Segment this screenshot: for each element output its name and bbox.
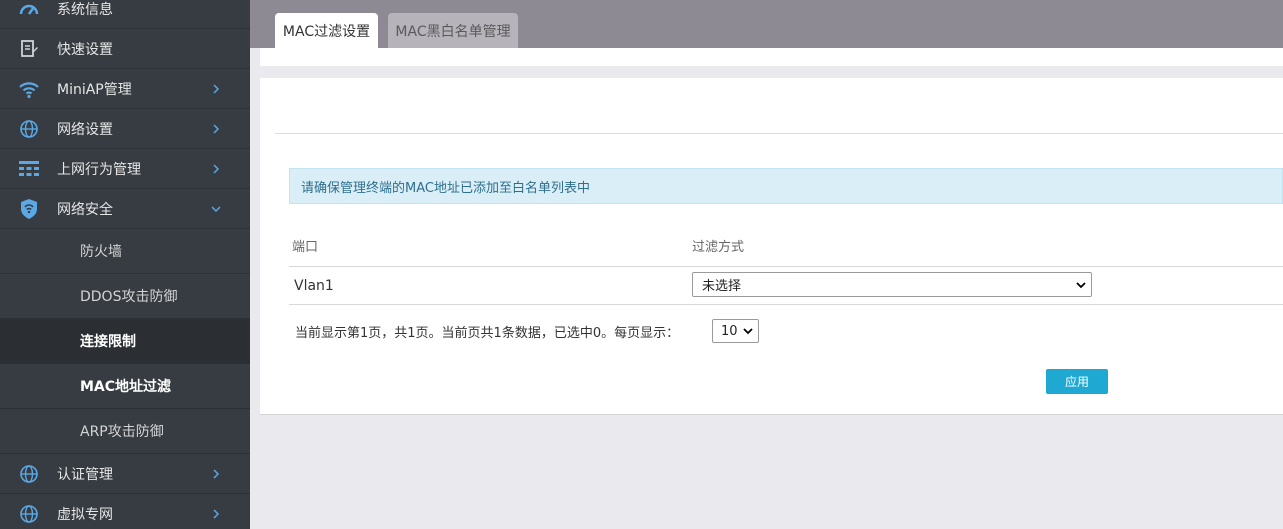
sidebar-item-label: 快速设置 — [57, 41, 113, 58]
tab-mac-filter-settings[interactable]: MAC过滤设置 — [275, 13, 378, 48]
globe-icon — [18, 503, 40, 525]
submenu-item-label: 连接限制 — [80, 334, 136, 350]
chevron-right-icon — [213, 163, 220, 174]
chevron-right-icon — [213, 123, 220, 134]
divider — [275, 133, 1283, 134]
submenu-item-arp[interactable]: ARP攻击防御 — [0, 409, 250, 454]
sidebar-item-network-security[interactable]: 网络安全 — [0, 189, 250, 229]
filter-mode-select-value: 未选择 — [702, 279, 742, 294]
globe-icon — [18, 463, 40, 485]
wifi-icon — [18, 78, 40, 100]
sidebar-item-system-info[interactable]: 系统信息 — [0, 0, 250, 29]
table-cell-port: Vlan1 — [294, 278, 334, 294]
sidebar-item-label: 网络安全 — [57, 201, 113, 218]
submenu-item-label: 防火墙 — [80, 244, 122, 260]
sidebar-item-label: 虚拟专网 — [57, 506, 113, 523]
chevron-down-icon — [743, 328, 753, 335]
submenu-item-mac-filter[interactable]: MAC地址过滤 — [0, 364, 250, 409]
sidebar-item-vpn[interactable]: 虚拟专网 — [0, 494, 250, 529]
table-row-divider — [289, 304, 1283, 305]
sidebar-item-label: 上网行为管理 — [57, 161, 141, 178]
tab-bar: MAC过滤设置 MAC黑白名单管理 — [250, 0, 1283, 48]
sidebar-item-label: 网络设置 — [57, 121, 113, 138]
page-size-value: 10 — [721, 323, 738, 339]
sidebar-item-label: MiniAP管理 — [57, 81, 132, 98]
sidebar: 系统信息 快速设置 MiniAP管理 网络设置 上网行为管理 网络安全 防火墙 … — [0, 0, 250, 529]
chevron-right-icon — [213, 508, 220, 519]
table-header-divider — [289, 266, 1283, 267]
submenu-item-ddos[interactable]: DDOS攻击防御 — [0, 274, 250, 319]
edit-document-icon — [18, 38, 40, 60]
submenu-item-firewall[interactable]: 防火墙 — [0, 229, 250, 274]
content-panel: 请确保管理终端的MAC地址已添加至白名单列表中 端口 过滤方式 Vlan1 未选… — [260, 78, 1283, 414]
column-header-filter-mode: 过滤方式 — [692, 240, 745, 255]
chevron-right-icon — [213, 468, 220, 479]
sidebar-item-label: 系统信息 — [57, 1, 113, 18]
shield-icon — [18, 198, 40, 220]
dashboard-icon — [18, 0, 40, 20]
column-header-port: 端口 — [292, 240, 319, 255]
submenu-item-label: MAC地址过滤 — [80, 379, 172, 395]
sidebar-item-auth-management[interactable]: 认证管理 — [0, 454, 250, 494]
filter-mode-select[interactable]: 未选择 — [692, 272, 1092, 297]
tab-mac-blackwhite-list[interactable]: MAC黑白名单管理 — [388, 13, 518, 48]
submenu-item-label: DDOS攻击防御 — [80, 289, 178, 305]
grid-icon — [18, 158, 40, 180]
sidebar-item-label: 认证管理 — [57, 466, 113, 483]
sidebar-item-network-settings[interactable]: 网络设置 — [0, 109, 250, 149]
chevron-down-icon — [1076, 282, 1086, 289]
chevron-down-icon — [211, 205, 221, 212]
submenu-item-connection-limit[interactable]: 连接限制 — [0, 319, 250, 364]
tab-content-strip — [260, 48, 1283, 66]
sidebar-item-behavior-management[interactable]: 上网行为管理 — [0, 149, 250, 189]
chevron-right-icon — [213, 83, 220, 94]
pagination-info: 当前显示第1页，共1页。当前页共1条数据，已选中0。每页显示： — [295, 326, 680, 341]
sidebar-item-miniap[interactable]: MiniAP管理 — [0, 69, 250, 109]
submenu-item-label: ARP攻击防御 — [80, 424, 164, 440]
info-alert: 请确保管理终端的MAC地址已添加至白名单列表中 — [289, 168, 1283, 204]
sidebar-item-quick-setup[interactable]: 快速设置 — [0, 29, 250, 69]
page-size-select[interactable]: 10 — [712, 319, 759, 343]
apply-button[interactable]: 应用 — [1046, 369, 1108, 394]
globe-icon — [18, 118, 40, 140]
divider — [260, 414, 1283, 415]
